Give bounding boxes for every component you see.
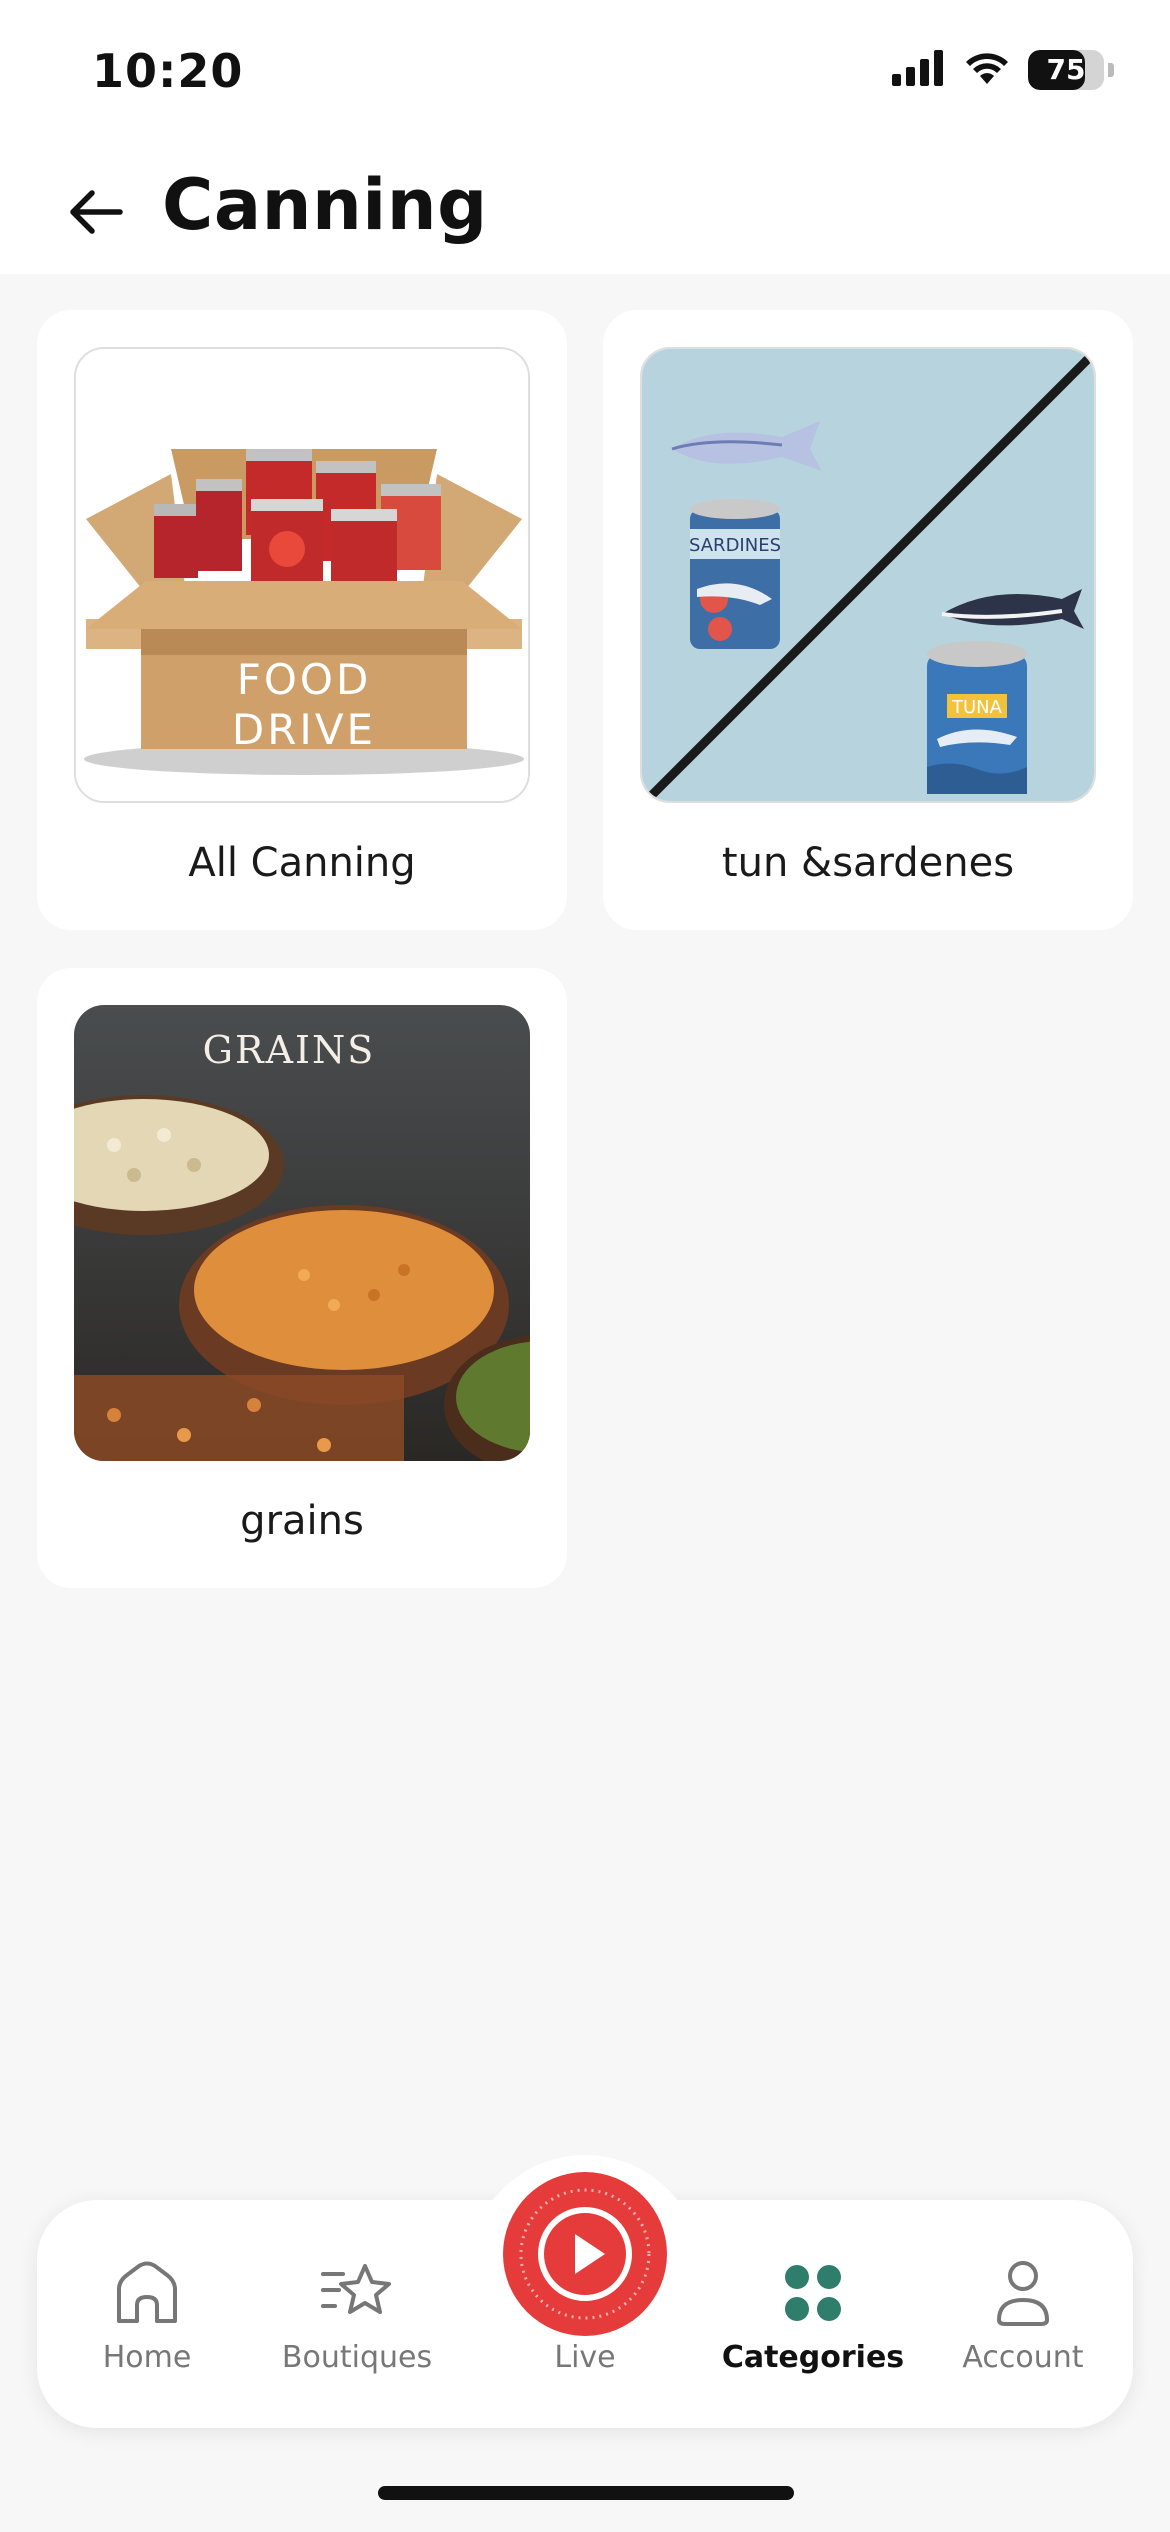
category-label: grains <box>240 1498 364 1544</box>
nav-item-live[interactable] <box>503 2172 667 2336</box>
arrow-left-icon <box>70 190 123 234</box>
nav-label-boutiques: Boutiques <box>281 2340 433 2375</box>
grains-image: GRAINS <box>74 1005 530 1461</box>
category-card-tuna-sardines[interactable]: SARDINES TUNA tun &sardenes <box>603 310 1133 930</box>
home-indicator <box>378 2486 794 2500</box>
food-drive-text: FOOD <box>237 655 372 704</box>
food-drive-image: FOOD DRIVE <box>74 347 530 803</box>
nav-item-home[interactable]: Home <box>37 2200 257 2428</box>
nav-label-home: Home <box>102 2340 192 2375</box>
category-label: All Canning <box>188 840 416 886</box>
wifi-icon <box>964 50 1010 90</box>
nav-item-account[interactable]: Account <box>913 2200 1133 2428</box>
cellular-signal-icon <box>892 50 946 90</box>
drive-text: DRIVE <box>232 705 376 754</box>
category-card-all-canning[interactable]: FOOD DRIVE All Canning <box>37 310 567 930</box>
nav-label-live: Live <box>554 2340 616 2375</box>
grains-text: GRAINS <box>203 1028 376 1072</box>
page-header: Canning <box>0 150 1170 274</box>
sardines-text: SARDINES <box>689 535 781 556</box>
battery-icon: 75 <box>1028 50 1104 90</box>
battery-cap <box>1108 63 1114 77</box>
nav-label-account: Account <box>962 2340 1084 2375</box>
play-icon <box>519 2188 651 2320</box>
sardines-tuna-image: SARDINES TUNA <box>640 347 1096 803</box>
status-icons: 75 <box>892 50 1114 90</box>
back-button[interactable] <box>56 172 136 252</box>
nav-item-categories[interactable]: Categories <box>703 2200 923 2428</box>
category-label: tun &sardenes <box>721 840 1015 886</box>
nav-label-categories: Categories <box>721 2340 905 2375</box>
user-icon <box>995 2258 1051 2328</box>
status-time: 10:20 <box>92 44 244 98</box>
battery-level: 75 <box>1046 53 1086 86</box>
page-title: Canning <box>162 164 488 246</box>
four-dots-grid-icon <box>783 2258 843 2328</box>
status-bar: 10:20 75 <box>0 0 1170 150</box>
category-card-grains[interactable]: GRAINS grains <box>37 968 567 1588</box>
nav-item-boutiques[interactable]: Boutiques <box>247 2200 467 2428</box>
star-icon <box>321 2258 393 2328</box>
home-icon <box>113 2258 181 2328</box>
tuna-text: TUNA <box>951 697 1003 718</box>
